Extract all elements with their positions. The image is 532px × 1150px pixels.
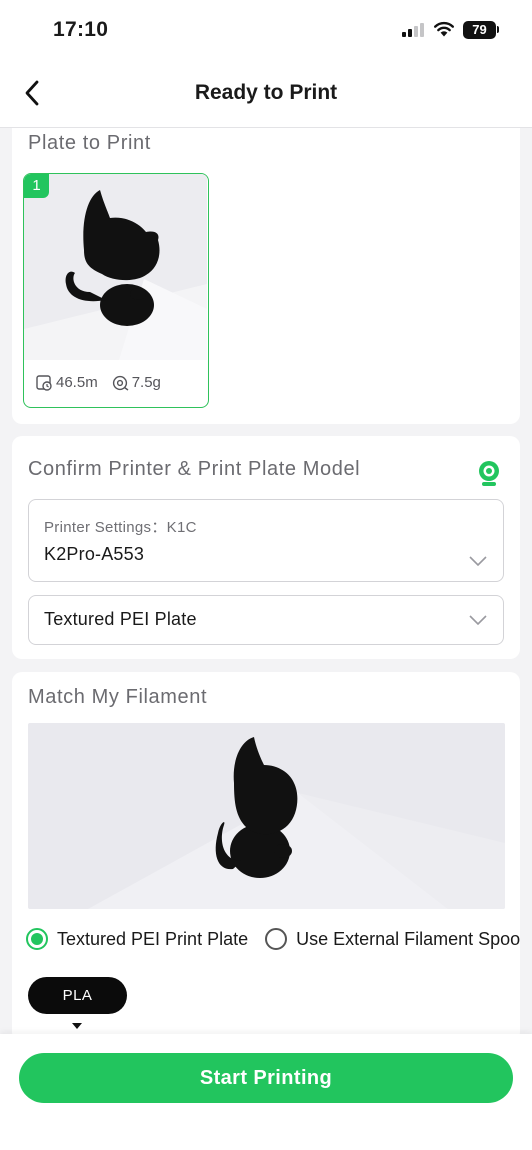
start-printing-button[interactable]: Start Printing bbox=[19, 1053, 513, 1103]
plate-stats: 46.5m 7.5g bbox=[36, 374, 161, 391]
radio-label: Textured PEI Print Plate bbox=[57, 928, 249, 949]
status-time: 17:10 bbox=[53, 18, 109, 41]
wifi-icon bbox=[434, 21, 454, 37]
page-title: Ready to Print bbox=[194, 81, 338, 104]
radio-selected-icon bbox=[26, 928, 48, 950]
filament-model-preview bbox=[28, 723, 505, 909]
filament-source-options: Textured PEI Print Plate Use External Fi… bbox=[26, 928, 520, 950]
filament-length-value: 46.5m bbox=[56, 374, 98, 391]
plate-model-preview bbox=[24, 174, 207, 360]
cellular-signal-icon bbox=[402, 23, 424, 37]
plate-section: Plate to Print 1 46.5m 7.5g bbox=[12, 128, 520, 424]
radio-option-textured-pei[interactable]: Textured PEI Print Plate bbox=[26, 928, 248, 950]
radio-label: Use External Filament Spool bbox=[296, 928, 520, 949]
printer-section: Confirm Printer & Print Plate Model Prin… bbox=[12, 436, 520, 659]
printer-select-value: K2Pro-A553 bbox=[44, 544, 145, 564]
filament-section-title: Match My Filament bbox=[28, 686, 208, 708]
filament-weight-icon bbox=[112, 375, 129, 391]
status-bar: 17:10 79 bbox=[0, 0, 532, 62]
footer-bar: Start Printing bbox=[0, 1034, 532, 1150]
nav-header: Ready to Print bbox=[0, 62, 532, 128]
printer-section-title: Confirm Printer & Print Plate Model bbox=[28, 458, 361, 480]
radio-option-external-filament[interactable]: Use External Filament Spool bbox=[265, 928, 520, 950]
filament-type-chip[interactable]: PLA bbox=[28, 977, 127, 1014]
filament-section: Match My Filament Textured PEI Print Pla… bbox=[12, 672, 520, 1042]
plate-thumbnail[interactable]: 1 46.5m 7.5g bbox=[23, 173, 209, 408]
plate-number-badge: 1 bbox=[24, 174, 49, 198]
filament-weight-stat: 7.5g bbox=[112, 374, 161, 391]
filament-length-stat: 46.5m bbox=[36, 374, 98, 391]
printer-select[interactable]: Printer Settings：K1C K2Pro-A553 bbox=[28, 499, 504, 582]
plate-section-title: Plate to Print bbox=[28, 132, 151, 154]
chevron-down-icon bbox=[469, 556, 487, 566]
build-plate-select-value: Textured PEI Plate bbox=[44, 609, 197, 629]
chevron-down-icon bbox=[469, 615, 487, 625]
battery-icon: 79 bbox=[463, 21, 496, 39]
printer-settings-caption: Printer Settings：K1C bbox=[44, 519, 197, 536]
battery-cap bbox=[497, 26, 499, 33]
radio-unselected-icon bbox=[265, 928, 288, 950]
webcam-icon[interactable] bbox=[478, 461, 500, 487]
filament-length-icon bbox=[36, 374, 52, 391]
filament-weight-value: 7.5g bbox=[131, 374, 161, 391]
build-plate-select[interactable]: Textured PEI Plate bbox=[28, 595, 504, 645]
caret-down-icon bbox=[72, 1023, 82, 1029]
